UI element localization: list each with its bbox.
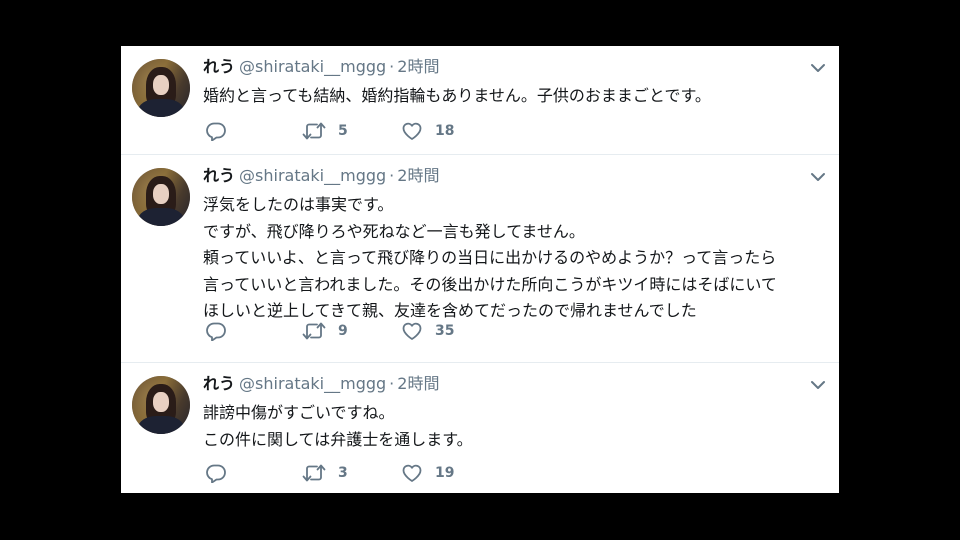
display-name[interactable]: れう: [203, 57, 235, 76]
tweet-actions: 5 18: [203, 120, 503, 142]
reply-button[interactable]: [205, 320, 227, 342]
heart-icon: [402, 122, 422, 140]
tweet-list: れう @shirataki__mggg · 2時間 婚約と言っても結納、婚約指輪もあり…: [121, 46, 839, 493]
retweet-button[interactable]: 5: [302, 120, 348, 142]
avatar[interactable]: [132, 168, 190, 226]
tweet-text: 婚約と言っても結納、婚約指輪もありません。子供のおままごとです。: [203, 83, 711, 110]
tweet-text: 浮気をしたのは事実です。 ですが、飛び降りろや死ねなど一言も発してません。 頼っ…: [203, 192, 777, 325]
heart-icon: [402, 464, 422, 482]
tweet-header: れう @shirataki__mggg · 2時間: [203, 166, 439, 186]
separator-dot: ·: [389, 57, 395, 76]
heart-icon: [402, 322, 422, 340]
chevron-down-icon[interactable]: [810, 62, 826, 74]
reply-button[interactable]: [205, 462, 227, 484]
user-handle[interactable]: @shirataki__mggg: [239, 374, 386, 393]
tweet[interactable]: れう @shirataki__mggg · 2時間 婚約と言っても結納、婚約指輪もあり…: [121, 46, 839, 155]
avatar-body: [138, 208, 184, 226]
retweet-count: 9: [338, 323, 348, 339]
tweet-text-line: 婚約と言っても結納、婚約指輪もありません。子供のおままごとです。: [203, 86, 711, 105]
tweet-text-line: 言っていいと言われました。その後出かけた所向こうがキツイ時にはそばにいて: [203, 274, 777, 294]
separator-dot: ·: [389, 374, 395, 393]
retweet-icon: [302, 322, 326, 340]
like-count: 35: [435, 323, 455, 339]
display-name[interactable]: れう: [203, 374, 235, 393]
like-count: 19: [435, 465, 455, 481]
display-name[interactable]: れう: [203, 166, 235, 185]
retweet-button[interactable]: 3: [302, 462, 348, 484]
tweet-text-line: 浮気をしたのは事実です。: [203, 195, 394, 214]
separator-dot: ·: [389, 166, 395, 185]
like-button[interactable]: 19: [401, 462, 454, 484]
like-button[interactable]: 35: [401, 320, 454, 342]
reply-icon: [206, 122, 226, 141]
tweet-text-line: この件に関しては弁護士を通します。: [203, 429, 473, 449]
avatar-body: [138, 416, 184, 434]
like-button[interactable]: 18: [401, 120, 454, 142]
reply-icon: [206, 322, 226, 341]
avatar-face: [153, 184, 169, 204]
chevron-down-icon[interactable]: [810, 379, 826, 391]
tweet-actions: 9 35: [203, 320, 503, 342]
tweet-header: れう @shirataki__mggg · 2時間: [203, 374, 439, 394]
chevron-down-icon[interactable]: [810, 171, 826, 183]
tweet-text-line: ですが、飛び降りろや死ねなど一言も発してません。: [203, 221, 585, 241]
timestamp[interactable]: 2時間: [397, 166, 439, 185]
reply-icon: [206, 464, 226, 483]
tweet-text: 誹謗中傷がすごいですね。 この件に関しては弁護士を通します。: [203, 400, 473, 453]
avatar[interactable]: [132, 376, 190, 434]
retweet-icon: [302, 122, 326, 140]
tweet-text-line: 誹謗中傷がすごいですね。: [203, 403, 395, 422]
retweet-count: 3: [338, 465, 348, 481]
user-handle[interactable]: @shirataki__mggg: [239, 166, 386, 185]
tweet-text-line: 頼っていいよ、と言って飛び降りの当日に出かけるのやめようか？って言ったら: [203, 248, 777, 267]
tweet[interactable]: れう @shirataki__mggg · 2時間 浮気をしたのは事実です。 ですが、…: [121, 155, 839, 363]
tweet[interactable]: れう @shirataki__mggg · 2時間 誹謗中傷がすごいですね。 この件に…: [121, 363, 839, 493]
tweet-header: れう @shirataki__mggg · 2時間: [203, 57, 439, 77]
retweet-icon: [302, 464, 326, 482]
avatar-face: [153, 75, 169, 95]
like-count: 18: [435, 123, 455, 139]
timestamp[interactable]: 2時間: [397, 374, 439, 393]
avatar-face: [153, 392, 169, 412]
user-handle[interactable]: @shirataki__mggg: [239, 57, 386, 76]
tweet-actions: 3 19: [203, 462, 503, 484]
avatar-body: [138, 99, 184, 117]
reply-button[interactable]: [205, 120, 227, 142]
retweet-count: 5: [338, 123, 348, 139]
retweet-button[interactable]: 9: [302, 320, 348, 342]
avatar[interactable]: [132, 59, 190, 117]
timestamp[interactable]: 2時間: [397, 57, 439, 76]
